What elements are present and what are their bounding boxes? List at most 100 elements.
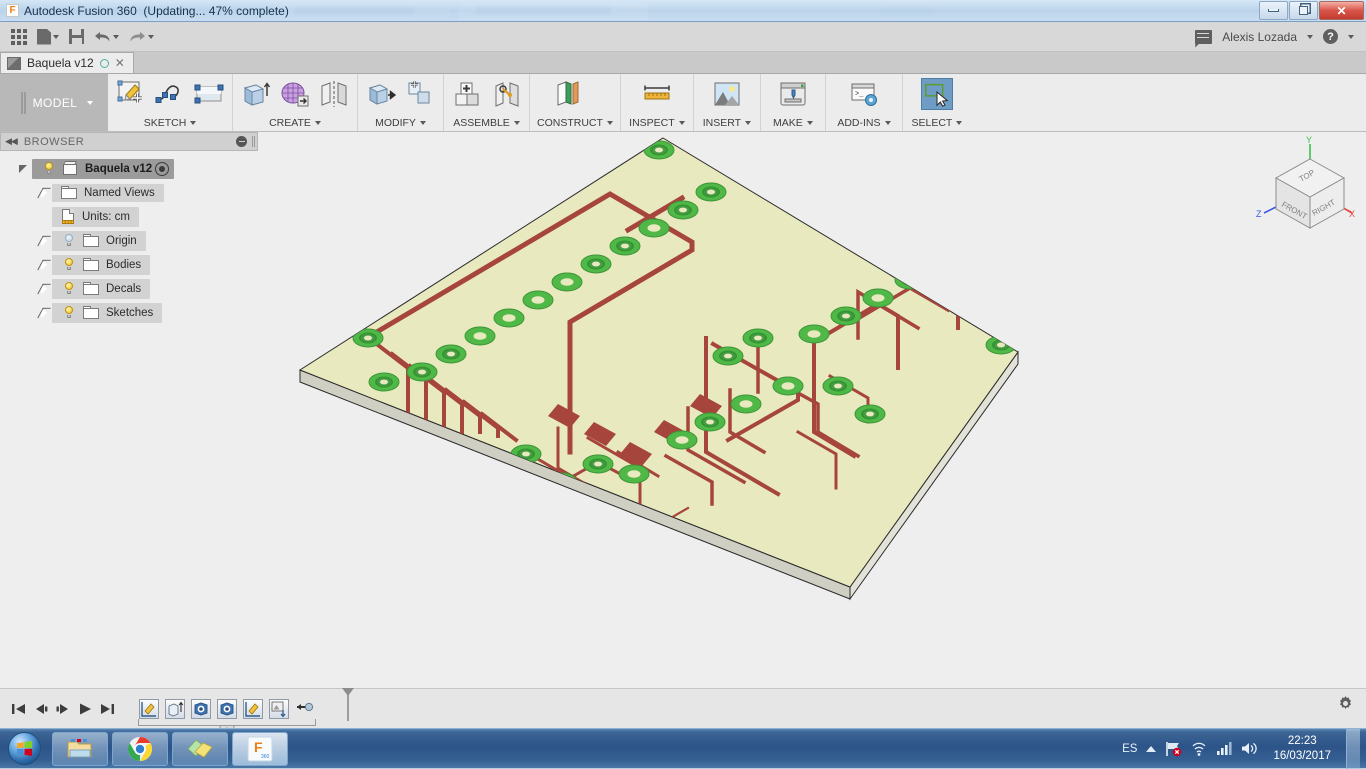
extrude-icon[interactable] <box>240 78 272 110</box>
insert-image-icon[interactable] <box>711 78 743 110</box>
viewport-canvas[interactable]: Y X Z TOP FRONT RIGHT <box>258 132 1366 728</box>
ribbon-grip-icon <box>21 92 23 114</box>
rectangle-icon[interactable] <box>193 78 225 110</box>
minimize-browser-icon[interactable] <box>236 136 247 147</box>
expand-arrow-icon[interactable] <box>38 235 50 247</box>
spline-icon[interactable] <box>154 78 186 110</box>
show-hidden-icon[interactable] <box>1146 746 1156 752</box>
tree-item-units[interactable]: Units: cm <box>0 205 258 229</box>
tree-item-root[interactable]: Baquela v12 <box>0 157 258 181</box>
ribbon-panel-label[interactable]: INSERT <box>701 117 753 129</box>
ribbon-panel-label[interactable]: CONSTRUCT <box>537 117 613 129</box>
panel-grip-icon[interactable] <box>252 136 253 147</box>
ribbon-panel-label[interactable]: MAKE <box>768 117 818 129</box>
scripts-addins-icon[interactable]: >_ <box>848 78 880 110</box>
tree-item-origin[interactable]: Origin <box>0 229 258 253</box>
chevron-down-icon <box>420 121 426 125</box>
ribbon-panel-label[interactable]: CREATE <box>240 117 350 129</box>
ribbon-panel-label[interactable]: MODIFY <box>365 117 436 129</box>
network-icon[interactable] <box>1191 741 1207 757</box>
fillet-icon[interactable] <box>404 78 436 110</box>
show-desktop-button[interactable] <box>1346 729 1360 769</box>
tree-item-sketches[interactable]: Sketches <box>0 301 258 325</box>
app-grid-button[interactable] <box>6 24 32 50</box>
help-icon[interactable]: ? <box>1323 29 1338 44</box>
3d-print-icon[interactable] <box>777 78 809 110</box>
expand-arrow-icon[interactable] <box>38 283 50 295</box>
redo-button[interactable] <box>124 24 159 50</box>
action-center-icon[interactable] <box>1165 741 1182 757</box>
chevron-down-icon <box>514 121 520 125</box>
press-pull-icon[interactable] <box>365 78 397 110</box>
ribbon-panel-label[interactable]: ADD-INS <box>833 117 895 129</box>
save-button[interactable] <box>64 24 89 50</box>
mesh-create-icon[interactable] <box>279 78 311 110</box>
sketch-feature-icon[interactable] <box>243 699 263 719</box>
folder-icon <box>83 258 99 271</box>
select-icon[interactable] <box>921 78 953 110</box>
taskbar-file-explorer[interactable] <box>52 732 108 766</box>
create-sketch-icon[interactable] <box>115 78 147 110</box>
ribbon-panel-label[interactable]: INSPECT <box>628 117 686 129</box>
settings-gear-icon[interactable] <box>1337 695 1354 717</box>
visibility-bulb-icon[interactable] <box>61 233 76 248</box>
visibility-bulb-icon[interactable] <box>61 281 76 296</box>
expand-arrow-icon[interactable] <box>38 187 50 199</box>
visibility-bulb-icon[interactable] <box>61 257 76 272</box>
help-menu-chevron-icon[interactable] <box>1348 35 1354 39</box>
new-document-icon <box>37 29 51 45</box>
view-cube[interactable]: Y X Z TOP FRONT RIGHT <box>1248 134 1358 239</box>
signal-icon[interactable] <box>1216 741 1232 756</box>
decal-feature-icon[interactable] <box>191 699 211 719</box>
taskbar-fusion-360[interactable]: F 360 <box>232 732 288 766</box>
taskbar-sticky-notes[interactable] <box>172 732 228 766</box>
ribbon-panel-label[interactable]: SELECT <box>910 117 964 129</box>
marker-feature-icon[interactable] <box>295 699 315 719</box>
timeline-end-marker[interactable] <box>341 687 352 726</box>
volume-icon[interactable] <box>1241 741 1258 756</box>
minimize-button[interactable] <box>1259 1 1288 20</box>
document-cube-icon <box>7 57 21 70</box>
new-document-button[interactable] <box>32 24 64 50</box>
user-menu-chevron-icon[interactable] <box>1307 35 1313 39</box>
pcb-model[interactable] <box>258 132 1366 688</box>
comment-icon[interactable] <box>1195 30 1212 44</box>
start-button[interactable] <box>0 730 48 768</box>
tray-language[interactable]: ES <box>1122 743 1137 755</box>
close-button[interactable]: ✕ <box>1319 1 1364 20</box>
step-back-icon[interactable] <box>30 698 52 720</box>
tree-item-bodies[interactable]: Bodies <box>0 253 258 277</box>
collapse-panel-icon[interactable]: ◀◀ <box>5 136 17 147</box>
close-tab-icon[interactable]: ✕ <box>115 57 125 69</box>
skip-end-icon[interactable] <box>96 698 118 720</box>
decal-apply-feature-icon[interactable] <box>269 699 289 719</box>
skip-start-icon[interactable] <box>8 698 30 720</box>
expand-arrow-icon[interactable] <box>18 163 30 175</box>
tree-item-decals[interactable]: Decals <box>0 277 258 301</box>
clock-time: 22:23 <box>1273 734 1331 749</box>
workspace-selector[interactable]: MODEL <box>0 74 108 131</box>
step-forward-icon[interactable] <box>52 698 74 720</box>
tree-item-named-views[interactable]: Named Views <box>0 181 258 205</box>
visibility-bulb-icon[interactable] <box>61 305 76 320</box>
joint-icon[interactable] <box>490 78 522 110</box>
offset-plane-icon[interactable] <box>552 78 584 110</box>
taskbar-google-chrome[interactable] <box>112 732 168 766</box>
sketch-feature-icon[interactable] <box>139 699 159 719</box>
new-component-icon[interactable] <box>451 78 483 110</box>
ribbon-panel-label[interactable]: SKETCH <box>115 117 225 129</box>
measure-icon[interactable] <box>641 78 673 110</box>
expand-arrow-icon[interactable] <box>38 307 50 319</box>
restore-button[interactable] <box>1289 1 1318 20</box>
extrude-feature-icon[interactable] <box>165 699 185 719</box>
play-icon[interactable] <box>74 698 96 720</box>
visibility-bulb-icon[interactable] <box>41 161 56 176</box>
ribbon-panel-label[interactable]: ASSEMBLE <box>451 117 522 129</box>
document-tab[interactable]: Baquela v12 ✕ <box>0 52 134 73</box>
expand-arrow-icon[interactable] <box>38 259 50 271</box>
undo-button[interactable] <box>89 24 124 50</box>
decal-feature-icon[interactable] <box>217 699 237 719</box>
taskbar-clock[interactable]: 22:23 16/03/2017 <box>1267 734 1337 764</box>
mirror-icon[interactable] <box>318 78 350 110</box>
user-name[interactable]: Alexis Lozada <box>1222 30 1297 44</box>
